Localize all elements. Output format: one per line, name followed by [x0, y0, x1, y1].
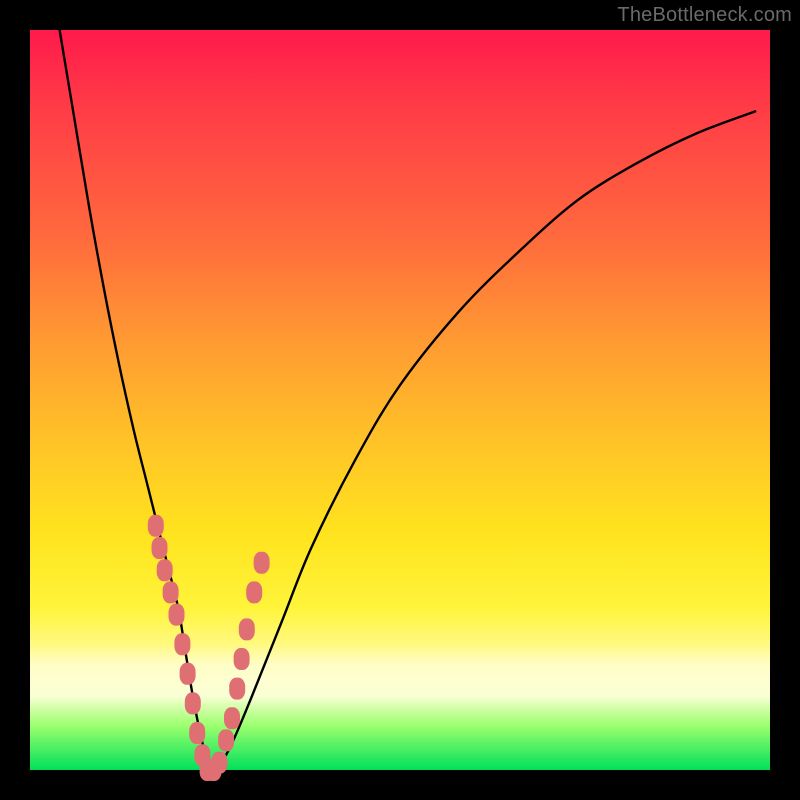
- highlight-marker: [189, 722, 205, 744]
- chart-svg: [30, 30, 770, 770]
- highlight-marker: [224, 707, 240, 729]
- highlight-marker: [163, 581, 179, 603]
- highlight-marker: [169, 604, 185, 626]
- highlight-marker: [234, 648, 250, 670]
- highlight-marker: [152, 537, 168, 559]
- highlight-marker: [229, 678, 245, 700]
- watermark-text: TheBottleneck.com: [617, 4, 792, 27]
- plot-area: [30, 30, 770, 770]
- highlight-marker: [185, 692, 201, 714]
- highlight-markers: [148, 515, 270, 781]
- highlight-marker: [239, 618, 255, 640]
- bottleneck-curve: [60, 30, 756, 771]
- highlight-marker: [211, 752, 227, 774]
- highlight-marker: [246, 581, 262, 603]
- highlight-marker: [148, 515, 164, 537]
- highlight-marker: [254, 552, 270, 574]
- chart-frame: TheBottleneck.com: [0, 0, 800, 800]
- highlight-marker: [157, 559, 173, 581]
- highlight-marker: [218, 729, 234, 751]
- highlight-marker: [174, 633, 190, 655]
- highlight-marker: [180, 663, 196, 685]
